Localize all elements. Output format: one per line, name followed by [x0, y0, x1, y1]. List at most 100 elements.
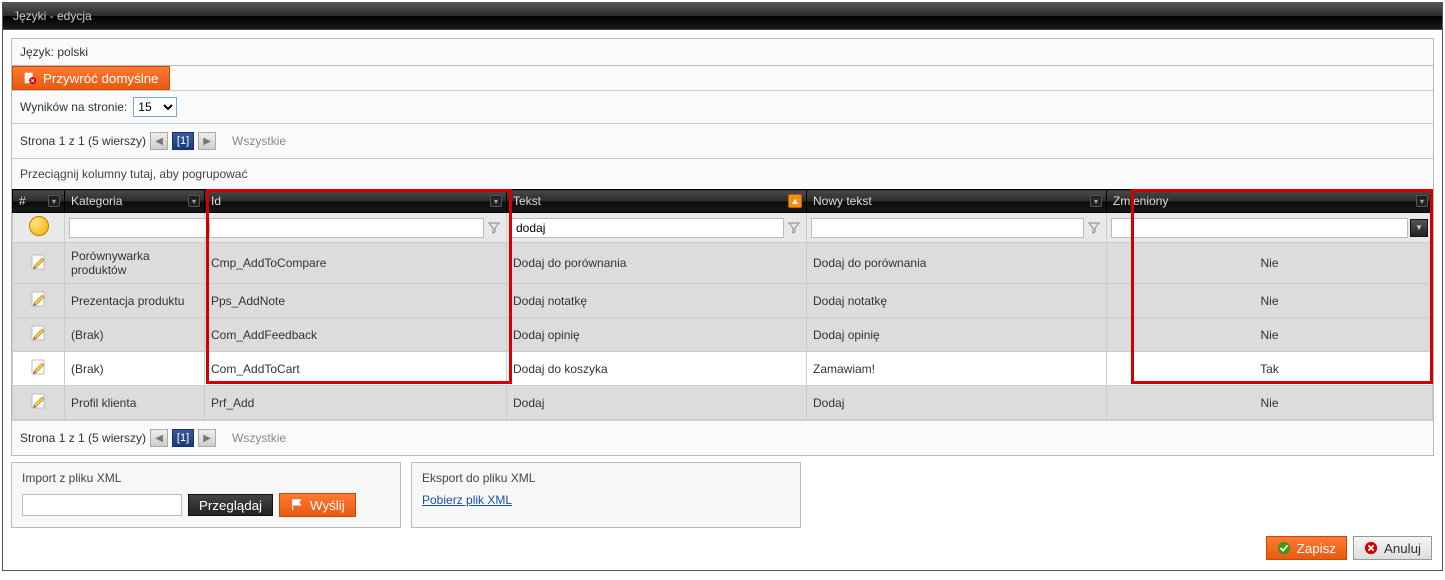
import-legend: Import z pliku XML	[22, 471, 390, 485]
sort-icon[interactable]: ▾	[188, 195, 200, 207]
sort-icon[interactable]: ▾	[1416, 195, 1428, 207]
language-row: Język: polski	[12, 39, 1433, 66]
filter-id-input[interactable]	[209, 218, 484, 238]
edit-cell[interactable]	[13, 386, 65, 420]
filter-row: ▼	[13, 213, 1433, 243]
table-row[interactable]: Prezentacja produktuPps_AddNoteDodaj not…	[13, 284, 1433, 318]
cancel-icon	[1364, 541, 1378, 555]
col-header-zmieniony[interactable]: Zmieniony ▾	[1107, 190, 1433, 213]
edit-cell[interactable]	[13, 284, 65, 318]
cell-kategoria: Profil klienta	[65, 386, 205, 420]
edit-icon[interactable]	[30, 324, 48, 342]
pager-top: Strona 1 z 1 (5 wierszy) ◀ [1] ▶ Wszystk…	[12, 124, 1433, 159]
cell-kategoria: Porównywarka produktów	[65, 243, 205, 284]
cell-id: Cmp_AddToCompare	[205, 243, 507, 284]
col-header-tekst[interactable]: Tekst ▲	[507, 190, 807, 213]
cell-nowy: Dodaj notatkę	[807, 284, 1107, 318]
pager-all-link[interactable]: Wszystkie	[232, 134, 286, 148]
pager-bottom: Strona 1 z 1 (5 wierszy) ◀ [1] ▶ Wszystk…	[12, 420, 1433, 455]
cell-tekst: Dodaj do koszyka	[507, 352, 807, 386]
title-bar[interactable]: Języki - edycja	[3, 3, 1442, 30]
edit-cell[interactable]	[13, 243, 65, 284]
pager-text: Strona 1 z 1 (5 wierszy)	[20, 134, 146, 148]
filter-nowy-tekst-input[interactable]	[811, 218, 1084, 238]
import-file-input[interactable]	[22, 494, 182, 516]
sort-asc-icon[interactable]: ▲	[788, 194, 802, 208]
pager-text-bottom: Strona 1 z 1 (5 wierszy)	[20, 431, 146, 445]
results-per-page-select[interactable]: 15	[133, 97, 177, 117]
grouping-hint[interactable]: Przeciągnij kolumny tutaj, aby pogrupowa…	[12, 159, 1433, 189]
download-xml-link[interactable]: Pobierz plik XML	[422, 493, 512, 507]
cell-zmieniony: Nie	[1107, 284, 1433, 318]
filter-zmieniony-input[interactable]	[1111, 218, 1408, 238]
language-label: Język: polski	[20, 45, 88, 59]
grid-wrap: # ▾ Kategoria ▾ Id ▾	[12, 189, 1433, 420]
pager-current-page[interactable]: [1]	[172, 132, 194, 150]
results-per-page-row: Wyników na stronie: 15	[12, 91, 1433, 124]
table-row[interactable]: (Brak)Com_AddToCartDodaj do koszykaZamaw…	[13, 352, 1433, 386]
pager-current-page[interactable]: [1]	[172, 429, 194, 447]
edit-cell[interactable]	[13, 352, 65, 386]
cell-id: Prf_Add	[205, 386, 507, 420]
cell-tekst: Dodaj notatkę	[507, 284, 807, 318]
pager-prev-button[interactable]: ◀	[150, 429, 168, 447]
data-grid: # ▾ Kategoria ▾ Id ▾	[12, 189, 1433, 420]
import-fieldset: Import z pliku XML Przeglądaj Wyślij	[11, 462, 401, 528]
table-row[interactable]: Profil klientaPrf_AddDodajDodajNie	[13, 386, 1433, 420]
browse-button[interactable]: Przeglądaj	[188, 494, 273, 516]
results-per-page-label: Wyników na stronie:	[20, 100, 127, 114]
window-title: Języki - edycja	[13, 9, 92, 23]
cell-kategoria: Prezentacja produktu	[65, 284, 205, 318]
filter-icon[interactable]	[786, 219, 802, 237]
sort-icon[interactable]: ▾	[48, 195, 60, 207]
window: Języki - edycja Język: polski Przywróć d…	[2, 2, 1443, 571]
filter-tekst-input[interactable]	[511, 218, 784, 238]
cancel-button[interactable]: Anuluj	[1353, 536, 1432, 560]
cell-tekst: Dodaj opinię	[507, 318, 807, 352]
cell-zmieniony: Nie	[1107, 318, 1433, 352]
cell-tekst: Dodaj	[507, 386, 807, 420]
table-row[interactable]: (Brak)Com_AddFeedbackDodaj opinięDodaj o…	[13, 318, 1433, 352]
smiley-icon[interactable]	[29, 216, 49, 236]
edit-icon[interactable]	[30, 253, 48, 271]
col-header-nowy-tekst[interactable]: Nowy tekst ▾	[807, 190, 1107, 213]
col-header-hash[interactable]: # ▾	[13, 190, 65, 213]
main-panel: Język: polski Przywróć domyślne Wyników …	[11, 38, 1434, 456]
check-icon	[1277, 541, 1291, 555]
sort-icon[interactable]: ▾	[490, 195, 502, 207]
cell-kategoria: (Brak)	[65, 352, 205, 386]
cell-zmieniony: Tak	[1107, 352, 1433, 386]
save-button[interactable]: Zapisz	[1266, 536, 1347, 560]
pager-all-link[interactable]: Wszystkie	[232, 431, 286, 445]
cell-nowy: Dodaj opinię	[807, 318, 1107, 352]
cell-id: Com_AddToCart	[205, 352, 507, 386]
restore-icon	[23, 71, 37, 85]
cell-nowy: Dodaj do porównania	[807, 243, 1107, 284]
import-export-row: Import z pliku XML Przeglądaj Wyślij Eks	[11, 462, 1434, 528]
col-header-kategoria[interactable]: Kategoria ▾	[65, 190, 205, 213]
filter-icon[interactable]	[1086, 219, 1102, 237]
edit-icon[interactable]	[30, 358, 48, 376]
cell-kategoria: (Brak)	[65, 318, 205, 352]
cell-zmieniony: Nie	[1107, 386, 1433, 420]
cell-nowy: Zamawiam!	[807, 352, 1107, 386]
cell-id: Pps_AddNote	[205, 284, 507, 318]
edit-icon[interactable]	[30, 392, 48, 410]
edit-icon[interactable]	[30, 290, 48, 308]
pager-prev-button[interactable]: ◀	[150, 132, 168, 150]
edit-cell[interactable]	[13, 318, 65, 352]
filter-icon[interactable]	[486, 219, 502, 237]
pager-next-button[interactable]: ▶	[198, 132, 216, 150]
cell-id: Com_AddFeedback	[205, 318, 507, 352]
restore-defaults-label: Przywróć domyślne	[43, 71, 159, 86]
col-header-id[interactable]: Id ▾	[205, 190, 507, 213]
cell-zmieniony: Nie	[1107, 243, 1433, 284]
dropdown-icon[interactable]: ▼	[1410, 219, 1428, 237]
sort-icon[interactable]: ▾	[1090, 195, 1102, 207]
export-fieldset: Eksport do pliku XML Pobierz plik XML	[411, 462, 801, 528]
table-row[interactable]: Porównywarka produktówCmp_AddToCompare Do…	[13, 243, 1433, 284]
flag-icon	[290, 498, 304, 512]
restore-defaults-button[interactable]: Przywróć domyślne	[12, 66, 170, 90]
pager-next-button[interactable]: ▶	[198, 429, 216, 447]
send-button[interactable]: Wyślij	[279, 493, 356, 517]
